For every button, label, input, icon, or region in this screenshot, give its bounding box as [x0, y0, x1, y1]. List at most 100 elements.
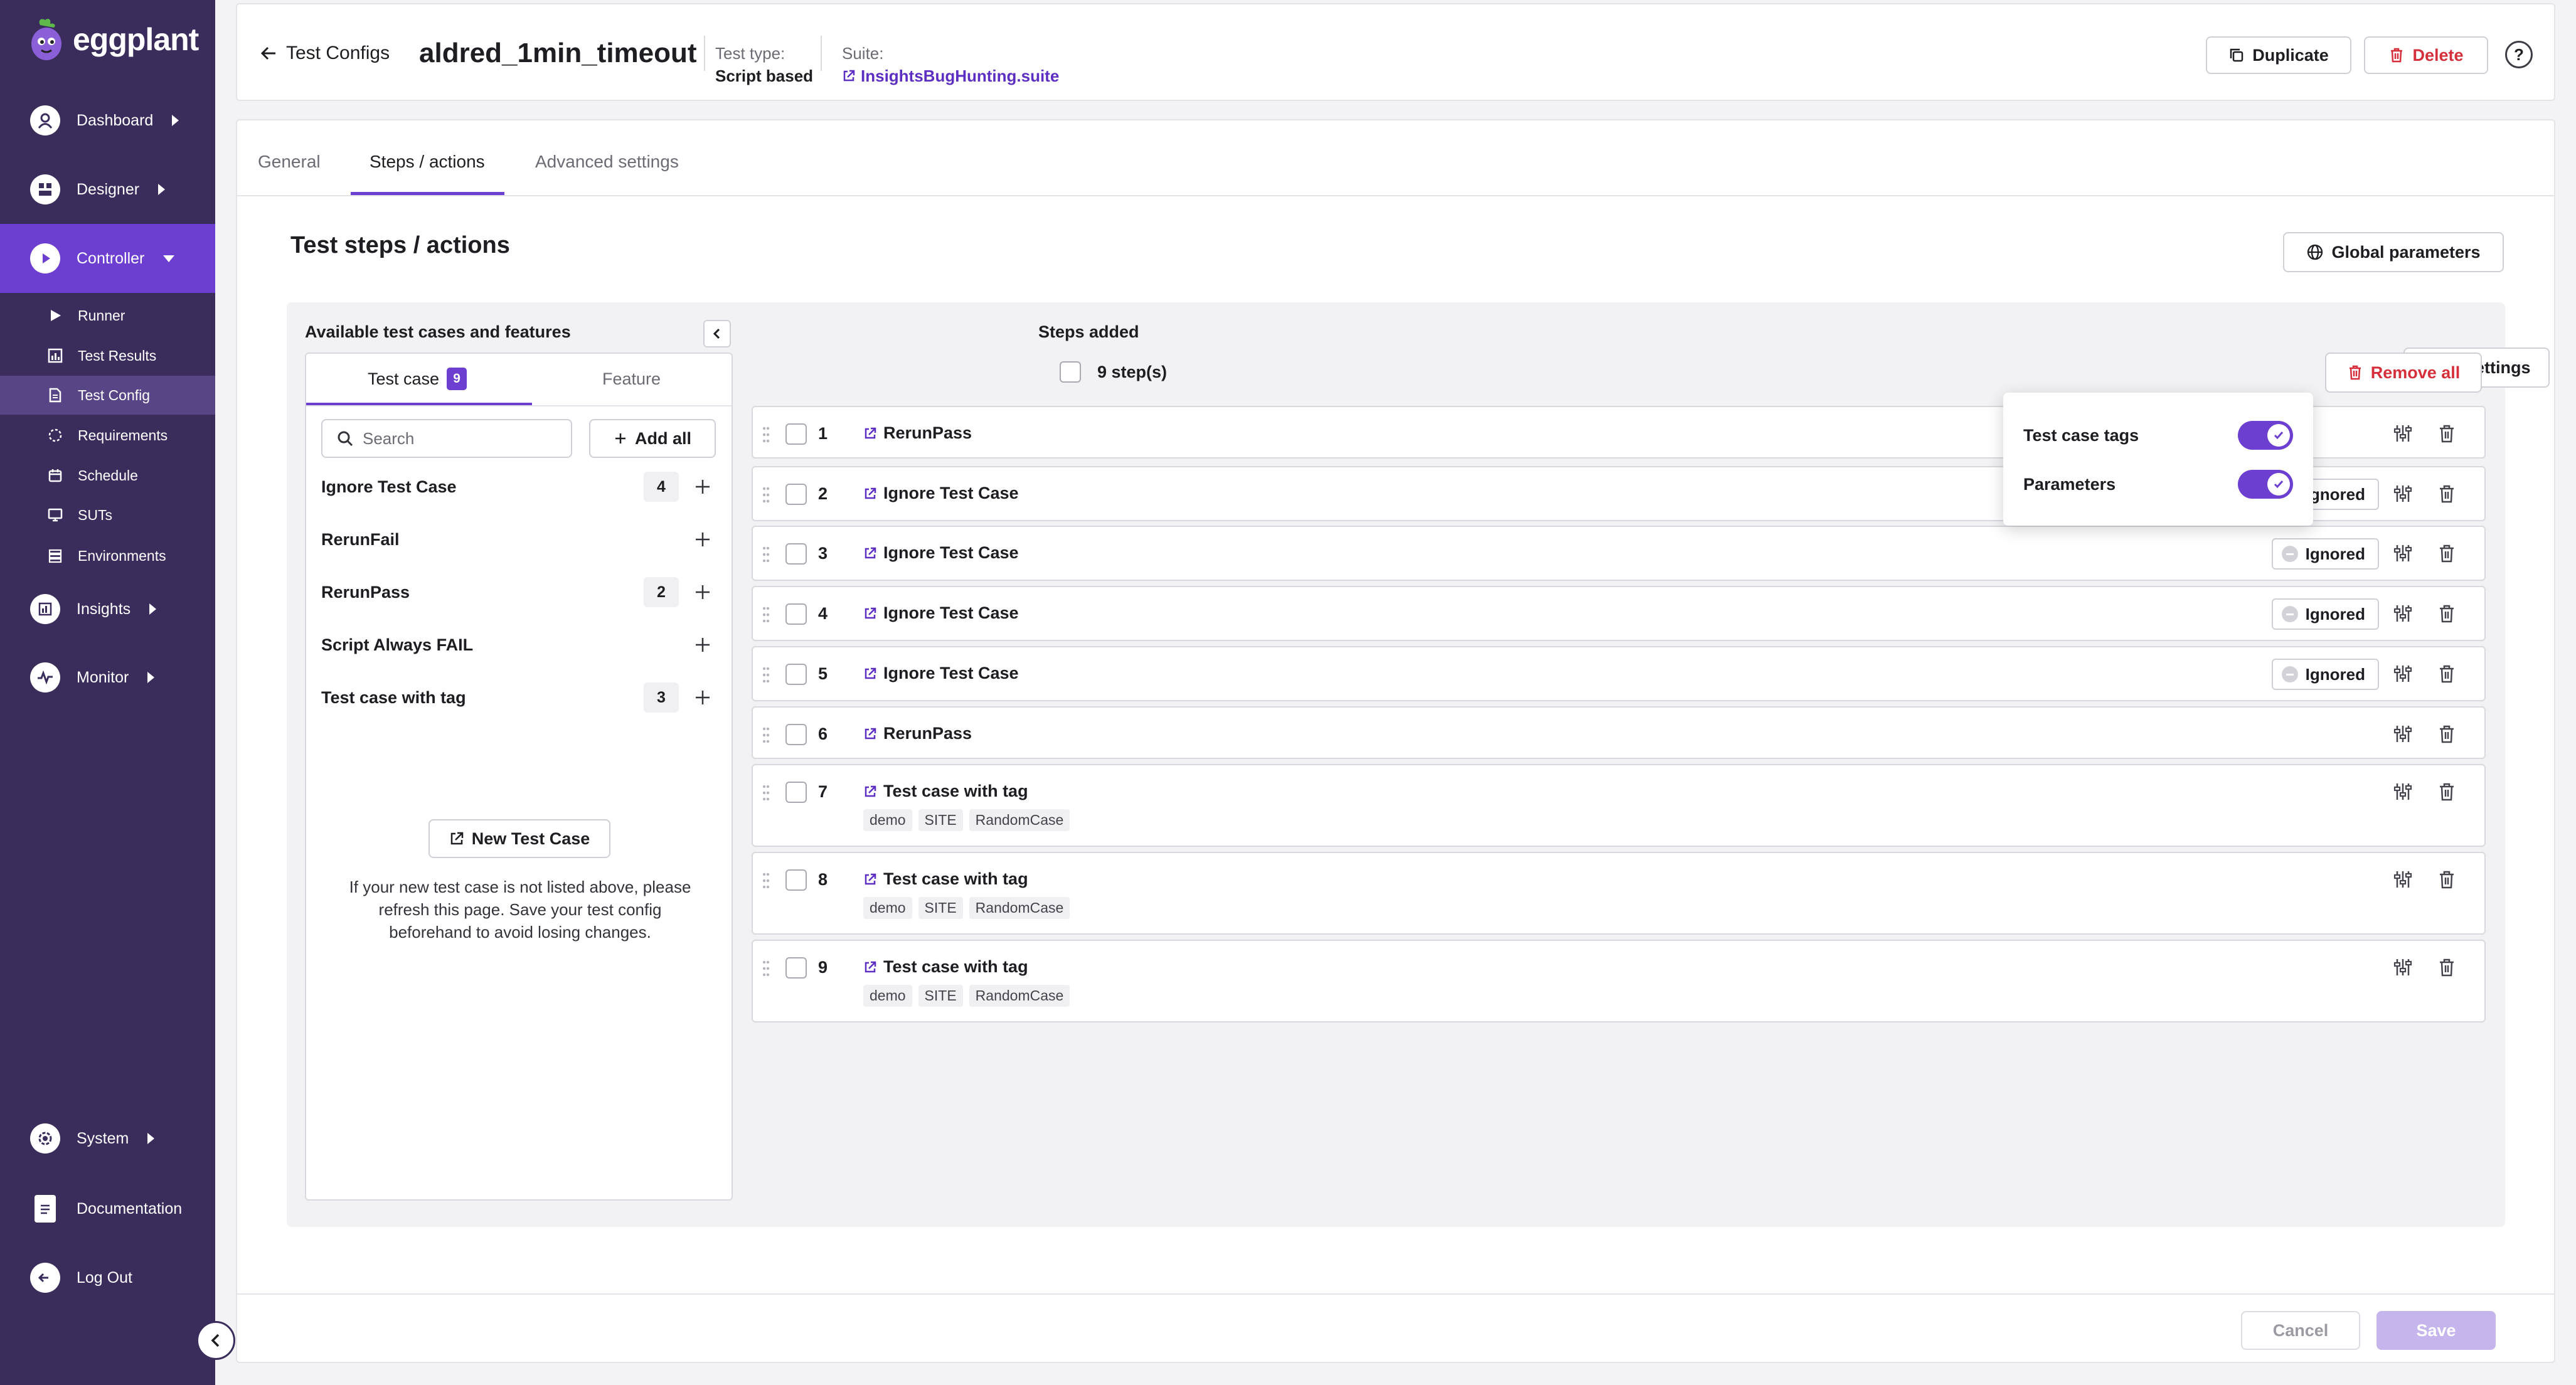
step-test-case-link[interactable]: Test case with tag — [863, 782, 1028, 801]
sidebar-item-test-results[interactable]: Test Results — [0, 336, 215, 375]
step-test-case-link[interactable]: Ignore Test Case — [863, 603, 1019, 623]
sidebar-item-suts[interactable]: SUTs — [0, 496, 215, 534]
parameters-sliders-icon[interactable] — [2392, 780, 2414, 803]
sidebar-item-requirements[interactable]: Requirements — [0, 416, 215, 455]
step-checkbox[interactable] — [785, 869, 807, 891]
sidebar-item-controller[interactable]: Controller — [0, 224, 215, 293]
step-row[interactable]: 4 Ignore Test Case Ignored — [752, 586, 2486, 641]
suite-link[interactable]: InsightsBugHunting.suite — [842, 65, 1059, 87]
ignored-badge[interactable]: Ignored — [2271, 659, 2379, 690]
parameters-toggle[interactable] — [2238, 470, 2293, 499]
duplicate-button[interactable]: Duplicate — [2206, 36, 2351, 74]
sidebar-item-test-config[interactable]: Test Config — [0, 376, 215, 415]
trash-icon[interactable] — [2435, 723, 2458, 745]
drag-handle-icon[interactable] — [762, 426, 770, 443]
trash-icon[interactable] — [2435, 482, 2458, 505]
step-row[interactable]: 8 Test case with tag demo SITE RandomCase — [752, 852, 2486, 935]
step-checkbox[interactable] — [785, 724, 807, 745]
step-checkbox[interactable] — [785, 957, 807, 979]
trash-icon[interactable] — [2435, 780, 2458, 803]
trash-icon[interactable] — [2435, 602, 2458, 625]
sidebar-item-monitor[interactable]: Monitor — [0, 643, 215, 712]
add-test-case-icon[interactable] — [693, 687, 713, 708]
step-checkbox[interactable] — [785, 423, 807, 445]
help-icon[interactable]: ? — [2505, 41, 2533, 68]
step-test-case-link[interactable]: RerunPass — [863, 724, 972, 743]
ignored-badge[interactable]: Ignored — [2271, 538, 2379, 570]
step-test-case-link[interactable]: RerunPass — [863, 423, 972, 443]
step-checkbox[interactable] — [785, 543, 807, 565]
sidebar-item-documentation[interactable]: Documentation — [0, 1174, 215, 1243]
step-test-case-link[interactable]: Test case with tag — [863, 869, 1028, 889]
list-item[interactable]: Script Always FAIL — [306, 618, 732, 671]
tab-steps-actions[interactable]: Steps / actions — [370, 152, 485, 172]
trash-icon[interactable] — [2435, 662, 2458, 685]
step-test-case-link[interactable]: Ignore Test Case — [863, 484, 1019, 503]
step-checkbox[interactable] — [785, 603, 807, 625]
sidebar-item-log-out[interactable]: Log Out — [0, 1243, 215, 1312]
parameters-sliders-icon[interactable] — [2392, 422, 2414, 445]
parameters-sliders-icon[interactable] — [2392, 723, 2414, 745]
list-item[interactable]: Test case with tag 3 — [306, 671, 732, 724]
remove-all-button[interactable]: Remove all — [2325, 353, 2482, 393]
drag-handle-icon[interactable] — [762, 486, 770, 504]
drag-handle-icon[interactable] — [762, 872, 770, 889]
select-all-checkbox[interactable] — [1060, 361, 1081, 383]
parameters-sliders-icon[interactable] — [2392, 482, 2414, 505]
drag-handle-icon[interactable] — [762, 606, 770, 624]
step-row[interactable]: 3 Ignore Test Case Ignored — [752, 526, 2486, 581]
cancel-button[interactable]: Cancel — [2241, 1311, 2360, 1350]
test-case-tags-toggle[interactable] — [2238, 421, 2293, 450]
tab-feature[interactable]: Feature — [602, 369, 661, 389]
trash-icon[interactable] — [2435, 422, 2458, 445]
parameters-sliders-icon[interactable] — [2392, 956, 2414, 979]
step-checkbox[interactable] — [785, 484, 807, 505]
step-row[interactable]: 5 Ignore Test Case Ignored — [752, 646, 2486, 701]
step-checkbox[interactable] — [785, 782, 807, 803]
step-checkbox[interactable] — [785, 664, 807, 685]
sidebar-item-runner[interactable]: Runner — [0, 296, 215, 335]
step-test-case-link[interactable]: Ignore Test Case — [863, 543, 1019, 563]
step-row[interactable]: 6 RerunPass — [752, 706, 2486, 759]
trash-icon[interactable] — [2435, 542, 2458, 565]
add-test-case-icon[interactable] — [693, 582, 713, 602]
parameters-sliders-icon[interactable] — [2392, 602, 2414, 625]
parameters-sliders-icon[interactable] — [2392, 542, 2414, 565]
delete-button[interactable]: Delete — [2364, 36, 2488, 74]
step-test-case-link[interactable]: Test case with tag — [863, 957, 1028, 977]
global-parameters-button[interactable]: Global parameters — [2283, 232, 2504, 272]
sidebar-item-designer[interactable]: Designer — [0, 155, 215, 224]
step-row[interactable]: 7 Test case with tag demo SITE RandomCase — [752, 764, 2486, 847]
drag-handle-icon[interactable] — [762, 546, 770, 563]
drag-handle-icon[interactable] — [762, 960, 770, 977]
ignored-badge[interactable]: Ignored — [2271, 598, 2379, 630]
step-test-case-link[interactable]: Ignore Test Case — [863, 664, 1019, 683]
sidebar-item-environments[interactable]: Environments — [0, 536, 215, 575]
collapse-left-panel-button[interactable] — [703, 320, 731, 348]
drag-handle-icon[interactable] — [762, 666, 770, 684]
add-test-case-icon[interactable] — [693, 529, 713, 549]
list-item[interactable]: RerunFail — [306, 513, 732, 566]
parameters-sliders-icon[interactable] — [2392, 662, 2414, 685]
parameters-sliders-icon[interactable] — [2392, 868, 2414, 891]
tab-test-case[interactable]: Test case 9 — [368, 368, 467, 390]
add-test-case-icon[interactable] — [693, 635, 713, 655]
sidebar-item-insights[interactable]: Insights — [0, 575, 215, 644]
step-row[interactable]: 9 Test case with tag demo SITE RandomCase — [752, 940, 2486, 1022]
eggplant-logo[interactable]: eggplant — [26, 18, 199, 61]
search-input[interactable]: Search — [321, 419, 572, 458]
sidebar-item-dashboard[interactable]: Dashboard — [0, 86, 215, 155]
sidebar-item-system[interactable]: System — [0, 1104, 215, 1173]
drag-handle-icon[interactable] — [762, 726, 770, 744]
collapse-sidebar-button[interactable] — [196, 1321, 235, 1360]
list-item[interactable]: RerunPass 2 — [306, 566, 732, 618]
save-button[interactable]: Save — [2376, 1311, 2496, 1350]
add-test-case-icon[interactable] — [693, 477, 713, 497]
list-item[interactable]: Ignore Test Case 4 — [306, 460, 732, 513]
drag-handle-icon[interactable] — [762, 784, 770, 802]
sidebar-item-schedule[interactable]: Schedule — [0, 456, 215, 495]
new-test-case-button[interactable]: New Test Case — [428, 819, 610, 858]
add-all-button[interactable]: Add all — [589, 419, 716, 458]
tab-general[interactable]: General — [258, 152, 321, 172]
tab-advanced-settings[interactable]: Advanced settings — [535, 152, 679, 172]
